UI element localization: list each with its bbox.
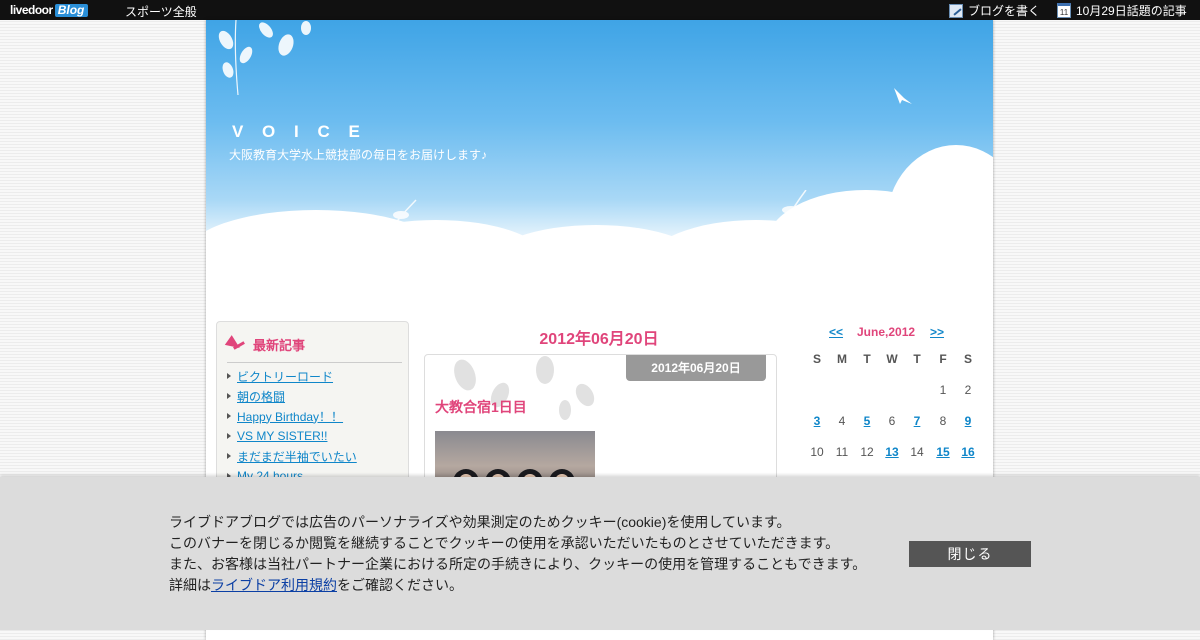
cookie-text: ライブドアブログでは広告のパーソナライズや効果測定のためクッキー(cookie)… [169,512,866,596]
recent-post-link[interactable]: 朝の格闘 [237,388,285,405]
list-item: VS MY SISTER!! [227,426,357,446]
calendar-day[interactable]: 5 [855,414,879,428]
recent-posts-title: 最新記事 [253,337,306,353]
plants-decoration [365,190,807,271]
recent-posts-heading: 最新記事 [227,330,305,358]
cookie-line: また、お客様は当社パートナー企業における所定の手続きにより、クッキーの使用を管理… [169,556,867,572]
logo-text: livedoor [10,3,53,17]
calendar-nav: << June,2012 >> [797,325,977,339]
close-button[interactable]: 閉じる [909,541,1031,567]
blog-description: 大阪教育大学水上競技部の毎日をお届けします♪ [229,148,488,162]
calendar-weekday: S [963,352,972,366]
calendar-weekday: W [886,352,898,366]
calendar-day-link[interactable]: 3 [814,414,821,428]
calendar-day: 1 [939,383,947,397]
arrow-right-icon [227,433,231,439]
logo-blog-text: Blog [54,3,89,17]
calendar-day: 8 [939,414,947,428]
topic-articles-label: 10月29日話題の記事 [1076,4,1187,18]
terms-link[interactable]: ライブドア利用規約 [211,577,337,593]
cookie-suffix: をご確認ください。 [337,577,463,593]
blog-title[interactable]: V O I C E [232,122,367,142]
divider [227,362,402,363]
calendar-day-link[interactable]: 16 [961,445,974,459]
recent-posts-list: ビクトリーロード 朝の格闘 Happy Birthday！！ VS MY SIS… [227,366,357,486]
calendar-icon: 11 [1057,3,1071,18]
list-item: Happy Birthday！！ [227,406,357,426]
calendar-month: June,2012 [857,325,916,339]
calendar-day[interactable]: 15 [931,445,955,459]
arrow-right-icon [227,373,231,379]
calendar-day: 6 [888,414,896,428]
calendar-day[interactable]: 3 [805,414,829,428]
bird-icon [227,336,245,352]
calendar-prev-link[interactable]: << [829,325,843,339]
livedoor-blog-logo[interactable]: livedoor Blog [10,2,89,18]
post-title[interactable]: 大教合宿1日目 [435,397,527,417]
calendar-day-link[interactable]: 5 [864,414,871,428]
arrow-right-icon [227,453,231,459]
calendar-weekday: F [939,352,947,366]
list-item: まだまだ半袖でいたい [227,446,357,466]
top-bar: livedoor Blog スポーツ全般 ブログを書く 11 10月29日話題の… [0,0,1200,20]
leaves-decoration [218,20,311,96]
calendar-day: 11 [835,445,849,459]
arrow-right-icon [227,393,231,399]
calendar-day[interactable]: 9 [956,414,980,428]
calendar-weekday: T [913,352,921,366]
topic-articles-link[interactable]: 11 10月29日話題の記事 [1057,2,1187,19]
calendar-day: 4 [838,414,846,428]
calendar-day: 12 [860,445,874,459]
calendar-weekday: M [837,352,847,366]
calendar-next-link[interactable]: >> [930,325,944,339]
calendar-day[interactable]: 16 [956,445,980,459]
calendar-day: 14 [910,445,924,459]
calendar-weekday: T [863,352,871,366]
recent-posts-panel: 最新記事 ビクトリーロード 朝の格闘 Happy Birthday！！ VS M… [216,321,409,491]
calendar-weekday: S [812,352,821,366]
calendar-day-link[interactable]: 15 [936,445,949,459]
arrow-right-icon [227,413,231,419]
write-blog-label: ブログを書く [968,4,1041,18]
write-blog-link[interactable]: ブログを書く [949,2,1040,19]
calendar-day: 2 [964,383,972,397]
bird-decoration [894,88,912,104]
calendar-day: 10 [810,445,824,459]
write-icon [949,3,963,18]
recent-post-link[interactable]: まだまだ半袖でいたい [237,448,357,465]
calendar-day-link[interactable]: 9 [965,414,972,428]
calendar-day-link[interactable]: 13 [885,445,898,459]
post-date-badge: 2012年06月20日 [626,355,766,381]
recent-post-link[interactable]: ビクトリーロード [237,368,333,385]
cookie-line: 詳細はライブドア利用規約をご確認ください。 [169,575,866,596]
recent-post-link[interactable]: Happy Birthday！！ [237,408,343,425]
date-heading: 2012年06月20日 [539,331,659,348]
list-item: ビクトリーロード [227,366,357,386]
cookie-line: このバナーを閉じるか閲覧を継続することでクッキーの使用を承認いただいたものとさせ… [169,535,840,551]
calendar-day-link[interactable]: 7 [914,414,921,428]
cookie-line: ライブドアブログでは広告のパーソナライズや効果測定のためクッキー(cookie)… [169,514,791,530]
calendar-day[interactable]: 13 [880,445,904,459]
cookie-prefix: 詳細は [169,577,211,593]
recent-post-link[interactable]: VS MY SISTER!! [237,429,327,443]
calendar-day[interactable]: 7 [905,414,929,428]
list-item: 朝の格闘 [227,386,357,406]
cookie-banner: ライブドアブログでは広告のパーソナライズや効果測定のためクッキー(cookie)… [0,477,1200,630]
blog-header: V O I C E 大阪教育大学水上競技部の毎日をお届けします♪ [206,20,993,310]
category-link[interactable]: スポーツ全般 [125,3,197,20]
